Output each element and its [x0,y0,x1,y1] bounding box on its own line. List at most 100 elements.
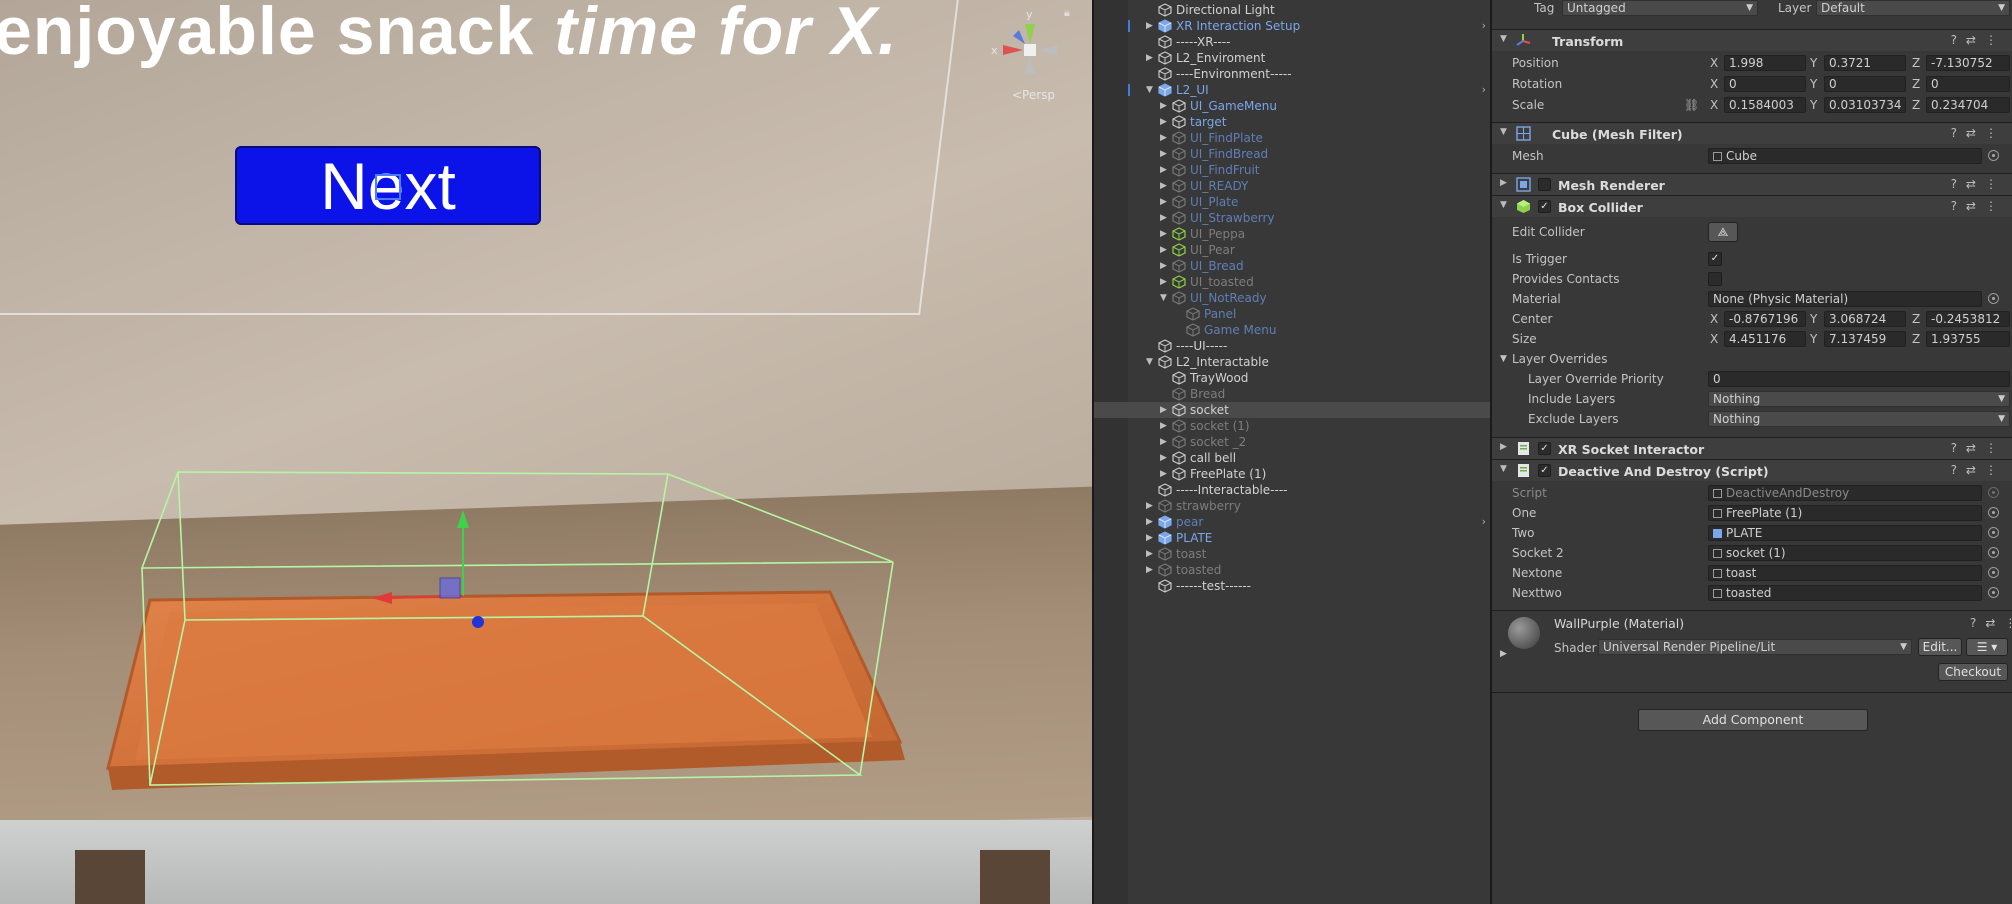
fold-arrow-icon[interactable]: ▶ [1500,178,1507,188]
hierarchy-item[interactable]: ----Environment----- [1094,66,1490,82]
hierarchy-item[interactable]: Bread [1094,386,1490,402]
expand-right-icon[interactable]: ▶ [1160,178,1170,194]
edit-collider-button[interactable]: ⟁ [1708,222,1738,242]
layer-overrides-row[interactable]: ▼ Layer Overrides [1492,349,2012,369]
orientation-gizmo[interactable]: y x [985,6,1075,96]
expand-right-icon[interactable]: ▶ [1160,434,1170,450]
fold-arrow-icon[interactable]: ▼ [1500,354,1507,364]
hierarchy-item[interactable]: ▶ FreePlate (1) [1094,466,1490,482]
rotation-z-field[interactable]: 0 [1926,76,2010,92]
box-collider-header[interactable]: ▼ ✓ Box Collider ?⇄⋮ [1492,195,2012,217]
expand-right-icon[interactable]: ▶ [1160,258,1170,274]
object-picker-icon[interactable] [1988,293,1999,304]
shader-menu-button[interactable]: ☰ ▾ [1966,638,2008,656]
material-preview-icon[interactable] [1508,617,1540,649]
shader-edit-button[interactable]: Edit... [1918,638,1962,656]
hierarchy-item[interactable]: Directional Light [1094,2,1490,18]
expand-right-icon[interactable]: ▶ [1146,530,1156,546]
hierarchy-item[interactable]: ▶ UI_Pear [1094,242,1490,258]
hierarchy-item[interactable]: ▶ UI_FindPlate [1094,130,1490,146]
persp-label[interactable]: <Persp [1012,88,1055,102]
include-layers-dropdown[interactable]: Nothing ▼ [1708,391,2010,407]
fold-arrow-icon[interactable]: ▼ [1500,34,1507,44]
expand-right-icon[interactable]: ▶ [1160,466,1170,482]
checkout-button[interactable]: Checkout [1938,663,2008,681]
nextone-object-field[interactable]: toast [1708,565,1982,581]
expand-right-icon[interactable]: ▶ [1146,498,1156,514]
expand-right-icon[interactable]: ▶ [1160,450,1170,466]
expand-down-icon[interactable]: ▼ [1160,290,1170,306]
open-prefab-icon[interactable]: › [1482,82,1486,98]
scale-y-field[interactable]: 0.03103734 [1824,97,1906,113]
hierarchy-panel[interactable]: Directional Light ▶ XR Interaction Setup › -… [1092,0,1490,904]
object-picker-icon[interactable] [1988,507,1999,518]
expand-right-icon[interactable]: ▶ [1146,50,1156,66]
expand-right-icon[interactable]: ▶ [1146,514,1156,530]
hierarchy-item[interactable]: ▶ L2_Enviroment [1094,50,1490,66]
component-tools-icon[interactable]: ?⇄⋮ [1970,616,2012,630]
hierarchy-item[interactable]: ▼ L2_Interactable [1094,354,1490,370]
lock-icon[interactable]: 🔒︎ [1064,6,1076,19]
hierarchy-item[interactable]: Game Menu [1094,322,1490,338]
tray-and-collider[interactable] [0,0,1092,904]
fold-arrow-icon[interactable]: ▶ [1500,649,1507,659]
provides-contacts-checkbox[interactable] [1708,272,1722,286]
inspector-panel[interactable]: Tag Untagged ▼ Layer Default ▼ ▼ Transform… [1490,0,2012,904]
hierarchy-item[interactable]: ▼ UI_NotReady [1094,290,1490,306]
center-y-field[interactable]: 3.068724 [1824,311,1906,327]
one-object-field[interactable]: FreePlate (1) [1708,505,1982,521]
mesh-renderer-enabled-checkbox[interactable] [1538,178,1551,191]
hierarchy-item[interactable]: ▶ UI_FindBread [1094,146,1490,162]
expand-right-icon[interactable]: ▶ [1160,402,1170,418]
position-z-field[interactable]: -7.130752 [1926,55,2010,71]
scale-z-field[interactable]: 0.234704 [1926,97,2010,113]
hierarchy-item[interactable]: ----UI----- [1094,338,1490,354]
expand-right-icon[interactable]: ▶ [1160,418,1170,434]
component-tools-icon[interactable]: ?⇄⋮ [1951,177,2006,191]
hierarchy-item[interactable]: ▶ socket [1094,402,1490,418]
expand-right-icon[interactable]: ▶ [1160,194,1170,210]
size-z-field[interactable]: 1.93755 [1926,331,2010,347]
component-tools-icon[interactable]: ?⇄⋮ [1951,441,2006,455]
transform-header[interactable]: ▼ Transform ?⇄⋮ [1492,29,2012,51]
hierarchy-item[interactable]: ▶ target [1094,114,1490,130]
socket2-object-field[interactable]: socket (1) [1708,545,1982,561]
center-x-field[interactable]: -0.8767196 [1724,311,1806,327]
xr-socket-enabled-checkbox[interactable]: ✓ [1538,442,1551,455]
override-priority-field[interactable]: 0 [1708,371,2010,387]
expand-right-icon[interactable]: ▶ [1160,162,1170,178]
hierarchy-item[interactable]: ▶ UI_Plate [1094,194,1490,210]
center-z-field[interactable]: -0.2453812 [1926,311,2010,327]
hierarchy-item[interactable]: ▶ UI_Strawberry [1094,210,1490,226]
expand-right-icon[interactable]: ▶ [1160,98,1170,114]
hierarchy-item[interactable]: ▶ call bell [1094,450,1490,466]
component-tools-icon[interactable]: ?⇄⋮ [1951,199,2006,213]
hierarchy-item[interactable]: ▶ UI_Bread [1094,258,1490,274]
hierarchy-item[interactable]: ▼ L2_UI › [1094,82,1490,98]
hierarchy-item[interactable]: ▶ socket (1) [1094,418,1490,434]
link-icon[interactable]: ⛓ [1684,98,1699,112]
expand-right-icon[interactable]: ▶ [1160,242,1170,258]
hierarchy-item[interactable]: ▶ UI_FindFruit [1094,162,1490,178]
mesh-renderer-header[interactable]: ▶ Mesh Renderer ?⇄⋮ [1492,173,2012,195]
open-prefab-icon[interactable]: › [1482,514,1486,530]
hierarchy-item[interactable]: ▶ UI_Peppa [1094,226,1490,242]
two-object-field[interactable]: PLATE [1708,525,1982,541]
object-picker-icon[interactable] [1988,547,1999,558]
is-trigger-checkbox[interactable]: ✓ [1708,252,1722,266]
hierarchy-item[interactable]: Panel [1094,306,1490,322]
expand-right-icon[interactable]: ▶ [1160,146,1170,162]
size-y-field[interactable]: 7.137459 [1824,331,1906,347]
object-picker-icon[interactable] [1988,587,1999,598]
open-prefab-icon[interactable]: › [1482,18,1486,34]
hierarchy-item[interactable]: ▶ PLATE [1094,530,1490,546]
hierarchy-item[interactable]: TrayWood [1094,370,1490,386]
size-x-field[interactable]: 4.451176 [1724,331,1806,347]
expand-down-icon[interactable]: ▼ [1146,82,1156,98]
box-collider-enabled-checkbox[interactable]: ✓ [1538,200,1551,213]
hierarchy-item[interactable]: ▶ toast [1094,546,1490,562]
hierarchy-item[interactable]: ▶ UI_READY [1094,178,1490,194]
mesh-filter-header[interactable]: ▼ Cube (Mesh Filter) ?⇄⋮ [1492,122,2012,144]
hierarchy-item[interactable]: ▶ UI_toasted [1094,274,1490,290]
fold-arrow-icon[interactable]: ▼ [1500,200,1507,210]
